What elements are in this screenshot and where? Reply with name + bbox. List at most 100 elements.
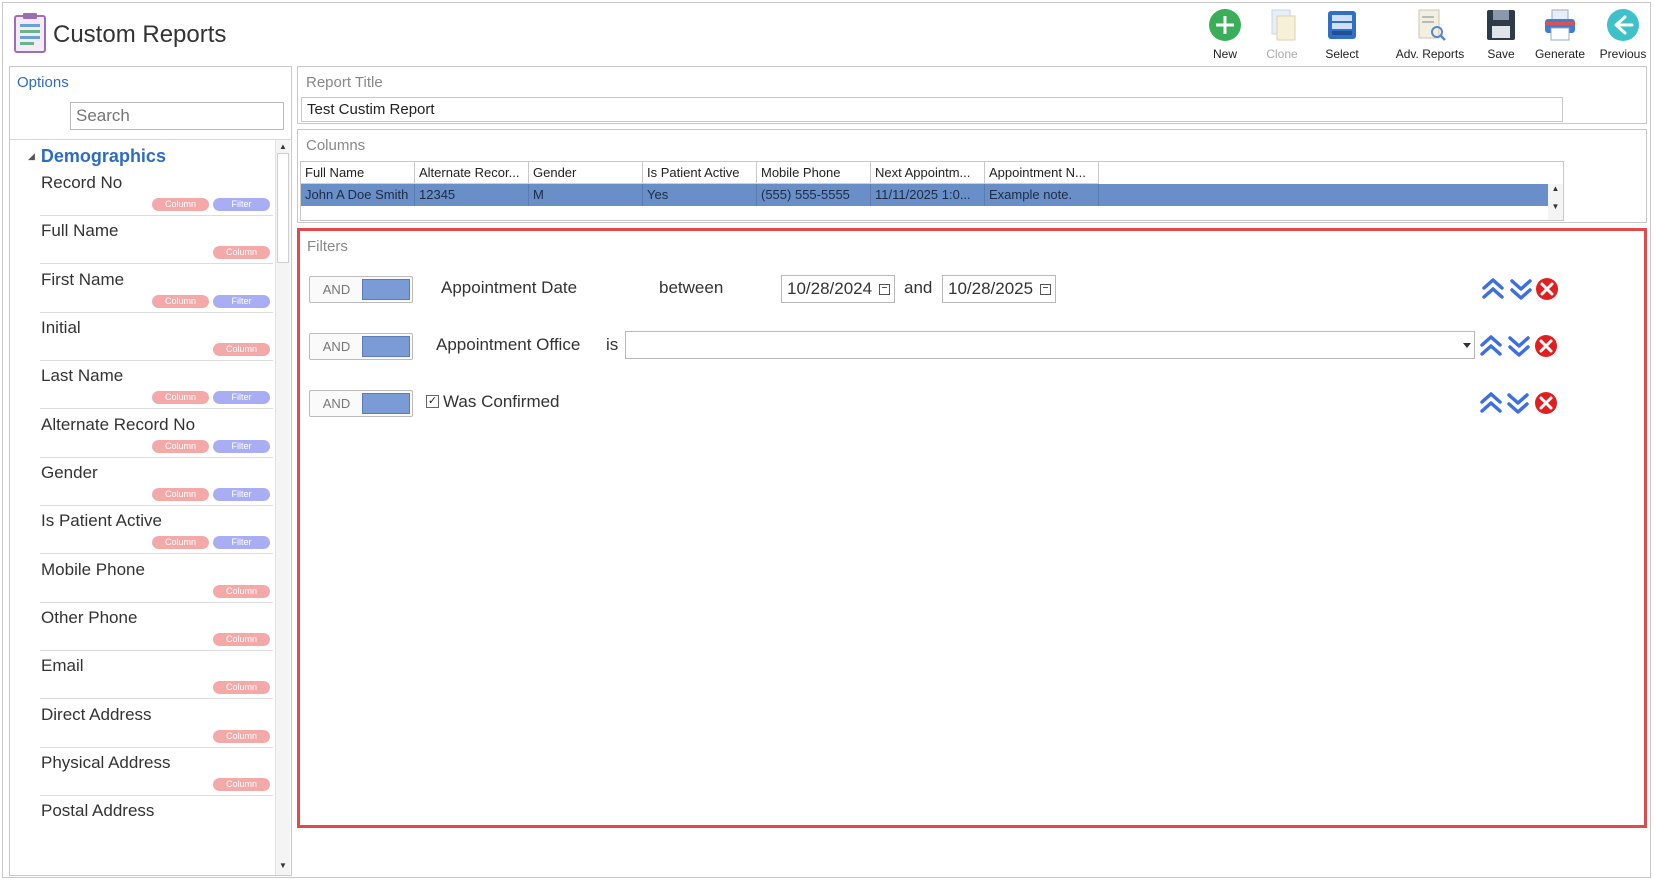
calendar-icon[interactable] xyxy=(879,284,890,295)
move-up-icon[interactable] xyxy=(1478,389,1504,417)
option-record-no[interactable]: Record No Column Filter xyxy=(40,168,273,216)
column-tag[interactable]: Column xyxy=(213,778,270,791)
option-mobile-phone[interactable]: Mobile Phone Column xyxy=(40,555,273,603)
chevron-down-icon[interactable] xyxy=(1463,343,1471,348)
column-tag[interactable]: Column xyxy=(152,295,209,308)
previous-button[interactable]: Previous xyxy=(1588,7,1654,61)
column-tag[interactable]: Column xyxy=(213,730,270,743)
column-header[interactable]: Gender xyxy=(529,162,643,183)
table-cell[interactable]: Example note. xyxy=(985,184,1099,206)
column-tag[interactable]: Column xyxy=(152,488,209,501)
calendar-icon[interactable] xyxy=(1040,284,1051,295)
table-cell[interactable]: John A Doe Smith xyxy=(301,184,415,206)
generate-label: Generate xyxy=(1534,47,1586,61)
filter-tag[interactable]: Filter xyxy=(213,440,270,453)
column-tag[interactable]: Column xyxy=(213,246,270,259)
columns-grid: Full Name Alternate Recor... Gender Is P… xyxy=(300,161,1564,221)
option-label: Direct Address xyxy=(41,705,152,724)
generate-button[interactable]: Generate xyxy=(1525,7,1595,61)
option-full-name[interactable]: Full Name Column xyxy=(40,216,273,264)
column-header[interactable]: Next Appointm... xyxy=(871,162,985,183)
and-or-toggle[interactable]: AND xyxy=(309,390,413,417)
option-physical-address[interactable]: Physical Address Column xyxy=(40,748,273,796)
table-cell[interactable]: 11/11/2025 1:0... xyxy=(871,184,985,206)
column-tag[interactable]: Column xyxy=(213,343,270,356)
scroll-down-arrow-icon[interactable]: ▼ xyxy=(278,861,288,871)
option-alternate-record-no[interactable]: Alternate Record No Column Filter xyxy=(40,410,273,458)
table-cell[interactable]: M xyxy=(529,184,643,206)
column-tag[interactable]: Column xyxy=(152,391,209,404)
table-row[interactable]: John A Doe Smith 12345 M Yes (555) 555-5… xyxy=(301,184,1549,206)
toggle-knob[interactable] xyxy=(362,336,410,357)
column-header[interactable]: Full Name xyxy=(301,162,415,183)
remove-filter-icon[interactable] xyxy=(1533,389,1559,417)
column-header[interactable]: Is Patient Active xyxy=(643,162,757,183)
filter-tag[interactable]: Filter xyxy=(213,198,270,211)
option-postal-address[interactable]: Postal Address xyxy=(40,796,273,844)
option-label: Email xyxy=(41,656,84,675)
filter-tag[interactable]: Filter xyxy=(213,391,270,404)
column-tag[interactable]: Column xyxy=(152,198,209,211)
option-direct-address[interactable]: Direct Address Column xyxy=(40,700,273,748)
select-button[interactable]: Select xyxy=(1307,7,1377,61)
options-scrollbar[interactable]: ▲ ▼ xyxy=(275,140,290,875)
report-icon xyxy=(14,13,46,53)
collapse-triangle-icon[interactable]: ◢ xyxy=(28,151,35,162)
toolbar: New Clone Select Adv. Reports Save Gener… xyxy=(1190,7,1650,63)
filter-tag[interactable]: Filter xyxy=(213,536,270,549)
search-input[interactable] xyxy=(70,102,284,130)
move-up-icon[interactable] xyxy=(1478,332,1504,360)
column-header[interactable]: Alternate Recor... xyxy=(415,162,529,183)
column-header[interactable]: Mobile Phone xyxy=(757,162,871,183)
option-initial[interactable]: Initial Column xyxy=(40,313,273,361)
toggle-knob[interactable] xyxy=(362,393,410,414)
to-date-picker[interactable]: 10/28/2025 xyxy=(942,275,1056,303)
office-select[interactable] xyxy=(625,331,1475,359)
filter-tag[interactable]: Filter xyxy=(213,488,270,501)
document-search-icon xyxy=(1418,9,1446,41)
option-label: Is Patient Active xyxy=(41,511,162,530)
table-cell[interactable]: 12345 xyxy=(415,184,529,206)
table-cell[interactable]: Yes xyxy=(643,184,757,206)
and-label: AND xyxy=(322,339,351,354)
column-tag[interactable]: Column xyxy=(152,536,209,549)
toggle-knob[interactable] xyxy=(362,279,410,300)
column-tag[interactable]: Column xyxy=(213,585,270,598)
move-down-icon[interactable] xyxy=(1505,389,1531,417)
column-tag[interactable]: Column xyxy=(213,681,270,694)
scroll-up-arrow-icon[interactable]: ▲ xyxy=(278,142,288,152)
was-confirmed-checkbox[interactable]: ✓ xyxy=(426,395,439,408)
option-last-name[interactable]: Last Name Column Filter xyxy=(40,361,273,409)
from-date-picker[interactable]: 10/28/2024 xyxy=(781,275,895,303)
filters-label: Filters xyxy=(307,238,348,255)
filter-tag[interactable]: Filter xyxy=(213,295,270,308)
column-tag[interactable]: Column xyxy=(213,633,270,646)
option-email[interactable]: Email Column xyxy=(40,651,273,699)
column-tag[interactable]: Column xyxy=(152,440,209,453)
scroll-down-arrow-icon[interactable]: ▼ xyxy=(1548,202,1563,211)
and-or-toggle[interactable]: AND xyxy=(309,333,413,360)
adv-reports-label: Adv. Reports xyxy=(1395,47,1465,61)
and-or-toggle[interactable]: AND xyxy=(309,276,413,303)
column-header[interactable]: Appointment N... xyxy=(985,162,1099,183)
group-demographics[interactable]: ◢ Demographics xyxy=(28,146,166,167)
move-up-icon[interactable] xyxy=(1480,275,1506,303)
adv-reports-button[interactable]: Adv. Reports xyxy=(1385,7,1475,61)
move-down-icon[interactable] xyxy=(1506,332,1532,360)
move-down-icon[interactable] xyxy=(1508,275,1534,303)
save-label: Save xyxy=(1487,47,1515,61)
columns-label: Columns xyxy=(306,137,366,154)
table-cell[interactable]: (555) 555-5555 xyxy=(757,184,871,206)
option-gender[interactable]: Gender Column Filter xyxy=(40,458,273,506)
report-title-input[interactable] xyxy=(301,97,1563,122)
option-other-phone[interactable]: Other Phone Column xyxy=(40,603,273,651)
option-label: Gender xyxy=(41,463,98,482)
option-is-patient-active[interactable]: Is Patient Active Column Filter xyxy=(40,506,273,554)
scrollbar-thumb[interactable] xyxy=(277,153,289,263)
option-first-name[interactable]: First Name Column Filter xyxy=(40,265,273,313)
scroll-up-arrow-icon[interactable]: ▲ xyxy=(1548,184,1563,193)
remove-filter-icon[interactable] xyxy=(1534,275,1560,303)
remove-filter-icon[interactable] xyxy=(1533,332,1559,360)
options-list: ◢ Demographics Record No Column Filter F… xyxy=(10,139,291,875)
grid-scrollbar[interactable]: ▲ ▼ xyxy=(1548,184,1563,220)
